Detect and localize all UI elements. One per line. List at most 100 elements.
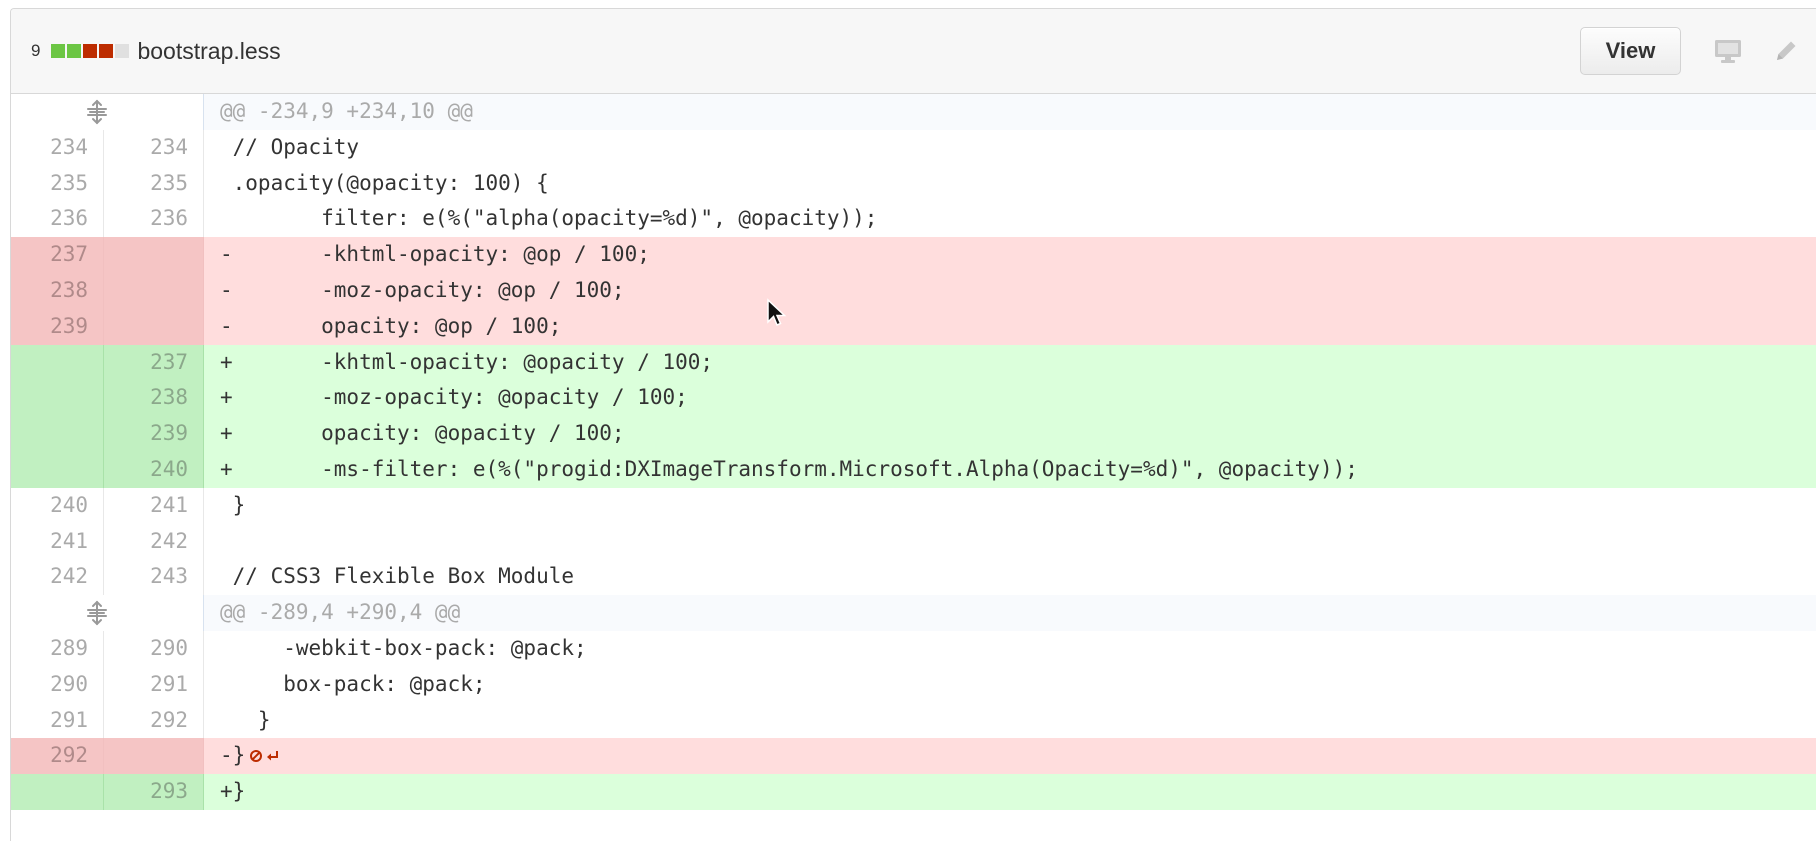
added-line-row: 240 + -ms-filter: e(%("progid:DXImageTran…	[11, 451, 1816, 488]
context-line-row: 289 290 -webkit-box-pack: @pack;	[11, 630, 1816, 667]
file-header: 9 bootstrap.less View	[11, 9, 1816, 94]
added-line-row: 239 + opacity: @opacity / 100;	[11, 416, 1816, 452]
new-line-number[interactable]: 239	[104, 416, 204, 452]
old-line-number[interactable]: 242	[11, 559, 104, 596]
code-line: -}	[204, 738, 1816, 774]
hunk-header-text: @@ -234,9 +234,10 @@	[204, 94, 1816, 130]
code-text: // CSS3 Flexible Box Module	[220, 564, 575, 589]
new-line-number[interactable]: 242	[104, 523, 204, 560]
context-line-row: 241 242	[11, 523, 1816, 560]
code-text: box-pack: @pack;	[220, 671, 486, 696]
code-text: -webkit-box-pack: @pack;	[220, 635, 587, 660]
context-line-row: 234 234 // Opacity	[11, 129, 1816, 166]
code-text: + -moz-opacity: @opacity / 100;	[220, 385, 688, 410]
context-line-row: 240 241 }	[11, 487, 1816, 524]
hunk-header-row: @@ -289,4 +290,4 @@	[11, 595, 1816, 631]
new-line-number[interactable]	[104, 272, 204, 309]
new-line-number[interactable]: 234	[104, 129, 204, 166]
new-line-number[interactable]: 241	[104, 487, 204, 524]
old-line-number[interactable]	[11, 344, 104, 381]
diffstat-bar	[51, 44, 130, 58]
old-line-number[interactable]	[11, 416, 104, 452]
context-line-row: 290 291 box-pack: @pack;	[11, 666, 1816, 703]
file-actions: View	[1580, 9, 1816, 93]
new-line-number[interactable]: 236	[104, 201, 204, 238]
context-line-row: 291 292 }	[11, 702, 1816, 739]
no-newline-icon	[249, 749, 279, 763]
code-text: filter: e(%("alpha(opacity=%d)", @opacit…	[220, 206, 878, 231]
code-line: }	[204, 488, 1816, 524]
code-line: - -khtml-opacity: @op / 100;	[204, 237, 1816, 273]
code-line: box-pack: @pack;	[204, 667, 1816, 703]
new-line-number[interactable]: 235	[104, 165, 204, 202]
old-line-number[interactable]: 290	[11, 666, 104, 703]
expand-icon[interactable]	[11, 94, 204, 130]
code-text: - opacity: @op / 100;	[220, 313, 562, 338]
code-line: // CSS3 Flexible Box Module	[204, 559, 1816, 595]
code-line: + -khtml-opacity: @opacity / 100;	[204, 345, 1816, 381]
code-text: +}	[220, 779, 246, 804]
new-line-number[interactable]	[104, 237, 204, 273]
old-line-number[interactable]: 235	[11, 165, 104, 202]
code-line: .opacity(@opacity: 100) {	[204, 166, 1816, 202]
deleted-line-row: 239 - opacity: @op / 100;	[11, 308, 1816, 345]
old-line-number[interactable]: 237	[11, 237, 104, 273]
code-text: - -khtml-opacity: @op / 100;	[220, 242, 650, 267]
code-text: // Opacity	[220, 134, 360, 159]
view-button[interactable]: View	[1580, 27, 1681, 75]
code-line: + opacity: @opacity / 100;	[204, 416, 1816, 452]
old-line-number[interactable]: 241	[11, 523, 104, 560]
new-line-number[interactable]: 238	[104, 380, 204, 417]
deleted-line-row: 292 -}	[11, 738, 1816, 775]
code-text: }	[220, 707, 271, 732]
added-line-row: 293 +}	[11, 774, 1816, 810]
code-line: + -moz-opacity: @opacity / 100;	[204, 380, 1816, 416]
new-line-number[interactable]	[104, 738, 204, 775]
old-line-number[interactable]: 236	[11, 201, 104, 238]
file-diff: 9 bootstrap.less View @@ -234,9 +234,10	[10, 8, 1816, 841]
code-text: + -ms-filter: e(%("progid:DXImageTransfo…	[220, 456, 1358, 481]
change-count: 9	[31, 41, 41, 60]
old-line-number[interactable]: 238	[11, 272, 104, 309]
old-line-number[interactable]: 291	[11, 702, 104, 739]
context-line-row: 236 236 filter: e(%("alpha(opacity=%d)", …	[11, 201, 1816, 238]
pencil-icon[interactable]	[1773, 38, 1799, 64]
diff-table: @@ -234,9 +234,10 @@ 234 234 // Opacity 235…	[11, 94, 1816, 810]
hunk-header-row: @@ -234,9 +234,10 @@	[11, 94, 1816, 130]
new-line-number[interactable]: 292	[104, 702, 204, 739]
file-name[interactable]: bootstrap.less	[137, 38, 280, 65]
old-line-number[interactable]: 234	[11, 129, 104, 166]
added-line-row: 238 + -moz-opacity: @opacity / 100;	[11, 380, 1816, 417]
code-text: }	[220, 492, 246, 517]
new-line-number[interactable]: 237	[104, 344, 204, 381]
new-line-number[interactable]	[104, 308, 204, 345]
old-line-number[interactable]: 239	[11, 308, 104, 345]
diffstat-block	[51, 44, 66, 58]
new-line-number[interactable]: 291	[104, 666, 204, 703]
code-line: - opacity: @op / 100;	[204, 309, 1816, 345]
old-line-number[interactable]: 289	[11, 630, 104, 667]
old-line-number[interactable]	[11, 774, 104, 810]
old-line-number[interactable]	[11, 380, 104, 417]
expand-icon[interactable]	[11, 595, 204, 631]
code-text: + -khtml-opacity: @opacity / 100;	[220, 349, 714, 374]
new-line-number[interactable]: 240	[104, 451, 204, 488]
code-text: - -moz-opacity: @op / 100;	[220, 277, 625, 302]
diffstat-block	[115, 44, 130, 58]
code-line: -webkit-box-pack: @pack;	[204, 631, 1816, 667]
code-line: +}	[204, 774, 1816, 810]
old-line-number[interactable]: 240	[11, 487, 104, 524]
display-icon[interactable]	[1713, 38, 1743, 64]
code-line: + -ms-filter: e(%("progid:DXImageTransfo…	[204, 452, 1816, 488]
context-line-row: 242 243 // CSS3 Flexible Box Module	[11, 559, 1816, 596]
deleted-line-row: 237 - -khtml-opacity: @op / 100;	[11, 237, 1816, 273]
new-line-number[interactable]: 290	[104, 630, 204, 667]
mouse-cursor-icon	[767, 298, 787, 326]
new-line-number[interactable]: 293	[104, 774, 204, 810]
diffstat-block	[99, 44, 114, 58]
old-line-number[interactable]: 292	[11, 738, 104, 775]
diffstat-block	[67, 44, 82, 58]
new-line-number[interactable]: 243	[104, 559, 204, 596]
old-line-number[interactable]	[11, 451, 104, 488]
